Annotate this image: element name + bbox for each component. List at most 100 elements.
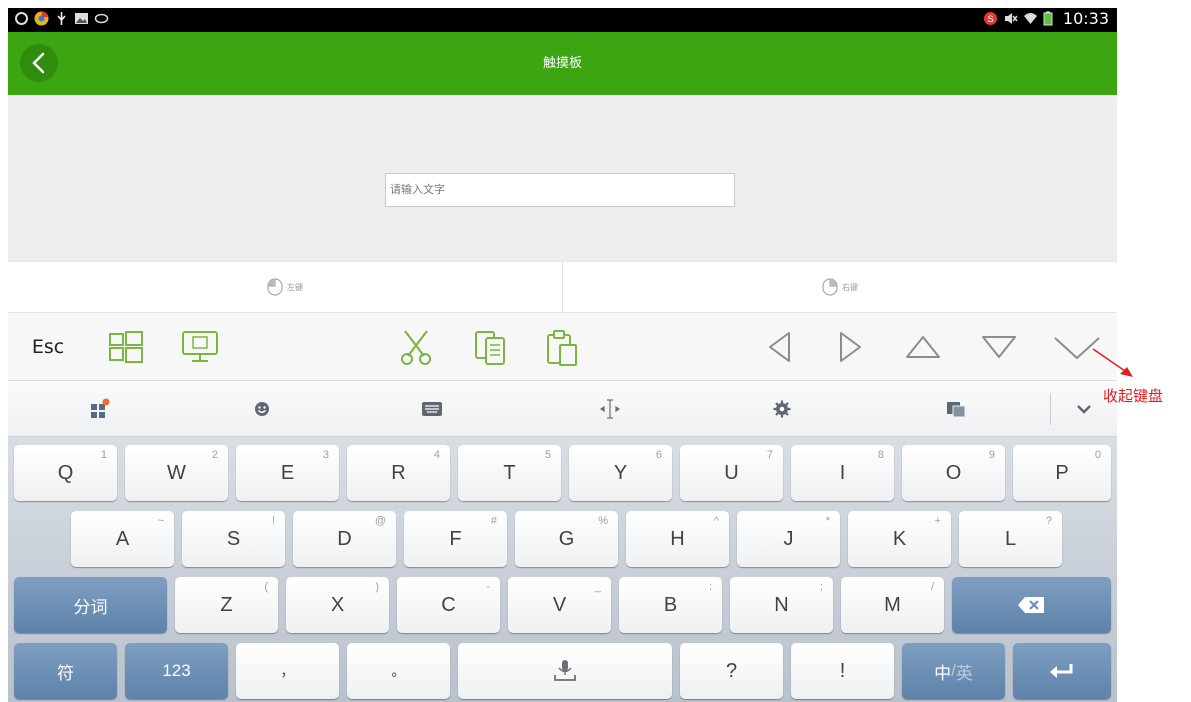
windows-button[interactable] xyxy=(102,327,150,367)
desktop-button[interactable] xyxy=(176,327,224,367)
notification-icon: S xyxy=(983,11,998,26)
key-n[interactable]: N; xyxy=(730,577,833,633)
windows-icon xyxy=(109,331,143,363)
key-c[interactable]: C- xyxy=(397,577,500,633)
key-a[interactable]: A ~ xyxy=(71,511,174,567)
key-s[interactable]: S! xyxy=(182,511,285,567)
text-input[interactable] xyxy=(386,174,734,206)
fenci-key[interactable]: 分词 xyxy=(14,577,167,633)
key-k[interactable]: K + xyxy=(848,511,951,567)
key-h[interactable]: H ^ xyxy=(626,511,729,567)
key-t[interactable]: T5 xyxy=(458,445,561,501)
language-toggle-key[interactable]: 中 / 英 xyxy=(902,643,1005,699)
right-click-button[interactable]: 右键 xyxy=(562,262,1117,312)
esc-button[interactable]: Esc xyxy=(20,327,76,367)
backspace-icon xyxy=(1017,597,1044,613)
ime-toolbar xyxy=(8,381,1117,437)
soft-keyboard: Q1 W2 E3 R4 T5 Y6 U7 I8 O9 P0 A ~ S! D @ F… xyxy=(8,437,1117,702)
emoji-icon xyxy=(255,402,269,416)
cursor-icon xyxy=(599,399,621,419)
arrow-right-button[interactable] xyxy=(830,327,870,367)
left-click-button[interactable]: 左键 xyxy=(8,262,562,312)
clipboard-icon xyxy=(947,402,966,418)
cut-icon xyxy=(401,330,431,365)
key-g[interactable]: G% xyxy=(515,511,618,567)
ime-emoji-button[interactable] xyxy=(250,397,274,421)
key-v[interactable]: V _ xyxy=(508,577,611,633)
ime-settings-button[interactable] xyxy=(770,397,794,421)
key-l[interactable]: L? xyxy=(959,511,1062,567)
key-w[interactable]: W2 xyxy=(125,445,228,501)
key-b[interactable]: B: xyxy=(619,577,722,633)
key-o[interactable]: O9 xyxy=(902,445,1005,501)
key-q[interactable]: Q1 xyxy=(14,445,117,501)
copy-button[interactable] xyxy=(466,327,514,367)
function-toolbar: Esc xyxy=(8,313,1117,381)
app-screen: S 10:33 触摸板 请输入文字 左键 右键 Esc Q 1 W 2 E 3 … xyxy=(8,8,1117,702)
app-icon xyxy=(14,11,29,26)
mute-icon xyxy=(1003,11,1018,26)
annotation-arrow-icon xyxy=(1092,348,1133,377)
arrow-down-icon xyxy=(982,336,1016,358)
key-u[interactable]: U7 xyxy=(680,445,783,501)
mouse-button-bar: 左键 右键 xyxy=(8,261,1117,313)
comma-key[interactable]: ， xyxy=(236,643,339,699)
lang-zh-label: 中 xyxy=(934,663,952,683)
key-p[interactable]: P0 xyxy=(1013,445,1111,501)
key-f[interactable]: F # xyxy=(404,511,507,567)
ime-clipboard-button[interactable] xyxy=(944,397,968,421)
status-time: 10:33 xyxy=(1062,9,1109,28)
key-i[interactable]: I8 xyxy=(791,445,894,501)
key-m[interactable]: M / xyxy=(841,577,944,633)
exclaim-key[interactable]: ! xyxy=(791,643,894,699)
cut-button[interactable] xyxy=(392,327,440,367)
ime-cursor-button[interactable] xyxy=(598,397,622,421)
key-z[interactable]: Z( xyxy=(175,577,278,633)
status-bar: S 10:33 xyxy=(8,8,1117,32)
ime-collapse-button[interactable] xyxy=(1072,397,1096,421)
lang-en-label: 英 xyxy=(955,663,973,683)
ime-separator xyxy=(1050,393,1051,425)
number-key[interactable]: 123 xyxy=(125,643,228,699)
collapse-icon xyxy=(1077,405,1091,414)
enter-icon xyxy=(1050,664,1073,678)
paste-button[interactable] xyxy=(538,327,586,367)
key-r[interactable]: R4 xyxy=(347,445,450,501)
ime-apps-button[interactable] xyxy=(88,397,112,421)
copy-icon xyxy=(475,331,505,365)
microphone-space-icon xyxy=(554,660,576,681)
backspace-key[interactable] xyxy=(952,577,1111,633)
left-click-label: 左键 xyxy=(287,282,303,292)
arrow-left-icon xyxy=(769,332,790,362)
key-e[interactable]: E3 xyxy=(236,445,339,501)
right-click-label: 右键 xyxy=(842,282,858,292)
question-key[interactable]: ? xyxy=(680,643,783,699)
arrow-up-icon xyxy=(906,336,940,358)
battery-icon xyxy=(1043,11,1058,26)
arrow-down-button[interactable] xyxy=(976,327,1022,367)
apps-icon xyxy=(91,398,110,418)
text-input-box[interactable] xyxy=(385,173,735,207)
svg-text:S: S xyxy=(987,14,993,24)
period-key[interactable]: 。 xyxy=(347,643,450,699)
paste-icon xyxy=(547,330,577,366)
key-d[interactable]: D @ xyxy=(293,511,396,567)
mouse-right-icon xyxy=(822,278,838,296)
arrow-left-button[interactable] xyxy=(760,327,800,367)
key-y[interactable]: Y6 xyxy=(569,445,672,501)
wifi-icon xyxy=(1023,11,1038,26)
keyboard-icon xyxy=(422,402,442,416)
page-title: 触摸板 xyxy=(542,56,582,71)
space-key[interactable] xyxy=(458,643,672,699)
arrow-right-icon xyxy=(840,332,861,362)
ime-keyboard-button[interactable] xyxy=(420,397,444,421)
key-x[interactable]: X) xyxy=(286,577,389,633)
enter-key[interactable] xyxy=(1013,643,1111,699)
desktop-icon xyxy=(182,331,218,362)
touchpad-area[interactable] xyxy=(8,95,1117,261)
arrow-up-button[interactable] xyxy=(900,327,946,367)
image-icon xyxy=(74,11,89,26)
settings-icon xyxy=(773,400,791,418)
key-j[interactable]: J * xyxy=(737,511,840,567)
symbol-key[interactable]: 符 xyxy=(14,643,117,699)
